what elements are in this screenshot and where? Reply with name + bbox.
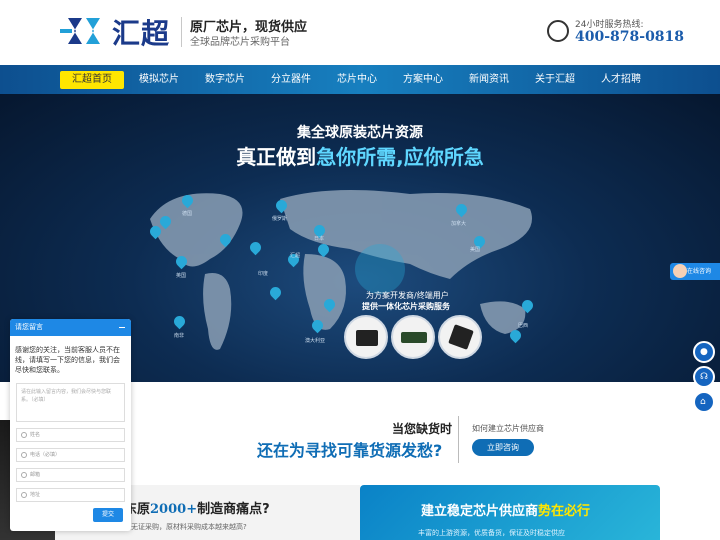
user-icon xyxy=(21,432,27,438)
pain-point-title: 东原2000+制造商痛点? xyxy=(124,498,270,517)
pain-point-number: 2000+ xyxy=(150,502,198,517)
city-label: 加拿大 xyxy=(451,221,467,227)
supplier-title-prefix: 建立稳定芯片供应商 xyxy=(421,504,539,519)
city-label: 德国 xyxy=(182,211,193,217)
name-field-placeholder: 姓名 xyxy=(30,432,41,438)
phone-field[interactable]: 电话（必填） xyxy=(16,448,125,462)
name-field[interactable]: 姓名 xyxy=(16,428,125,442)
consult-now-button[interactable]: 立即咨询 xyxy=(472,439,534,456)
email-field-placeholder: 邮箱 xyxy=(30,472,41,478)
pain-point-suffix: 制造商痛点? xyxy=(197,502,270,517)
city-label: 汇超 xyxy=(290,253,301,259)
city-label: 俄罗斯 xyxy=(272,216,288,222)
chip-icon xyxy=(401,332,427,343)
city-label: 印度 xyxy=(258,271,269,277)
site-header: 汇超 原厂芯片，现货供应 全球品牌芯片采购平台 24小时服务热线: 400-87… xyxy=(0,0,720,65)
chip-thumb-1[interactable] xyxy=(344,315,388,359)
submit-button[interactable]: 提交 xyxy=(93,508,123,522)
city-label: 巴西 xyxy=(518,323,529,329)
message-panel-title: 请您留言 xyxy=(15,323,43,331)
nav-item-news[interactable]: 新闻资讯 xyxy=(456,65,522,94)
float-home-button[interactable]: ⌂ xyxy=(693,391,715,413)
chat-bubble-icon: ● xyxy=(700,347,708,357)
nav-item-analog[interactable]: 模拟芯片 xyxy=(126,65,192,94)
nav-item-careers[interactable]: 人才招聘 xyxy=(588,65,654,94)
chip-thumb-3[interactable] xyxy=(438,315,482,359)
supplier-title-highlight: 势在必行 xyxy=(538,504,591,519)
logo-mark-icon[interactable] xyxy=(60,16,108,46)
mail-icon xyxy=(21,472,27,478)
sourcing-question-main: 寻找可靠货源发愁? xyxy=(305,441,443,460)
phone-field-placeholder: 电话（必填） xyxy=(30,452,61,458)
section-divider xyxy=(458,416,459,463)
float-chat-button[interactable]: ● xyxy=(693,341,715,363)
slogan-sub: 全球品牌芯片采购平台 xyxy=(190,37,290,48)
slogan-divider xyxy=(181,17,182,47)
nav-item-chip-center[interactable]: 芯片中心 xyxy=(324,65,390,94)
nav-item-home[interactable]: 汇超首页 xyxy=(60,70,124,89)
hotline-number: 400-878-0818 xyxy=(575,29,685,45)
how-to-label: 如何建立芯片供应商 xyxy=(472,424,544,433)
nav-item-discrete[interactable]: 分立器件 xyxy=(258,65,324,94)
main-nav: 汇超首页 模拟芯片 数字芯片 分立器件 芯片中心 方案中心 新闻资讯 关于汇超 … xyxy=(0,65,720,94)
shortage-question: 当您缺货时 xyxy=(392,422,453,436)
nav-item-digital[interactable]: 数字芯片 xyxy=(192,65,258,94)
headset-icon: ☊ xyxy=(700,372,708,382)
promo-line-1: 为方案开发商/终端用户 xyxy=(366,291,449,300)
phone-small-icon xyxy=(21,452,27,458)
city-label: 英国 xyxy=(176,273,187,279)
banner-title-2-highlight: 急你所需,应你所急 xyxy=(316,145,484,169)
message-textarea[interactable]: 请在此输入留言内容，我们会尽快与您联系。（必填） xyxy=(16,383,125,422)
message-panel-header: 请您留言 xyxy=(10,319,131,336)
message-intro: 感谢您的关注，当前客服人员不在线，请填写一下您的信息，我们会尽快和您联系。 xyxy=(15,346,120,374)
city-label: 南非 xyxy=(174,333,185,339)
online-consult-label: 在线咨询 xyxy=(687,268,712,275)
phone-icon xyxy=(547,20,569,42)
pain-point-line: 因无证采购，原材料采购成本越来越高? xyxy=(124,523,247,531)
city-label: 澳大利亚 xyxy=(305,338,326,344)
city-label: 日本 xyxy=(314,236,325,242)
chip-icon xyxy=(356,330,378,346)
logo-text[interactable]: 汇超 xyxy=(112,12,170,52)
supplier-subtitle: 丰富的上游资源，优质备货，保证及时稳定供应 xyxy=(418,529,565,537)
city-label: 美国 xyxy=(470,247,481,253)
sourcing-question-prefix: 还在为 xyxy=(257,441,306,460)
banner-title-2-prefix: 真正做到 xyxy=(236,145,317,169)
supplier-title: 建立稳定芯片供应商势在必行 xyxy=(421,500,590,519)
nav-item-solutions[interactable]: 方案中心 xyxy=(390,65,456,94)
banner-title-2: 真正做到急你所需,应你所急 xyxy=(0,141,720,170)
location-icon xyxy=(21,492,27,498)
promo-line-2: 提供一体化芯片采购服务 xyxy=(362,302,450,311)
address-field-placeholder: 地址 xyxy=(30,492,41,498)
banner-title-1: 集全球原装芯片资源 xyxy=(297,125,423,141)
message-panel: 请您留言 感谢您的关注，当前客服人员不在线，请填写一下您的信息，我们会尽快和您联… xyxy=(10,319,131,531)
chip-icon xyxy=(448,324,474,350)
home-icon: ⌂ xyxy=(700,397,706,407)
email-field[interactable]: 邮箱 xyxy=(16,468,125,482)
avatar xyxy=(673,264,687,278)
chip-thumb-2[interactable] xyxy=(391,315,435,359)
float-headset-button[interactable]: ☊ xyxy=(693,366,715,388)
minimize-icon[interactable] xyxy=(119,327,125,328)
nav-item-about[interactable]: 关于汇超 xyxy=(522,65,588,94)
address-field[interactable]: 地址 xyxy=(16,488,125,502)
sourcing-question: 还在为寻找可靠货源发愁? xyxy=(257,437,442,461)
